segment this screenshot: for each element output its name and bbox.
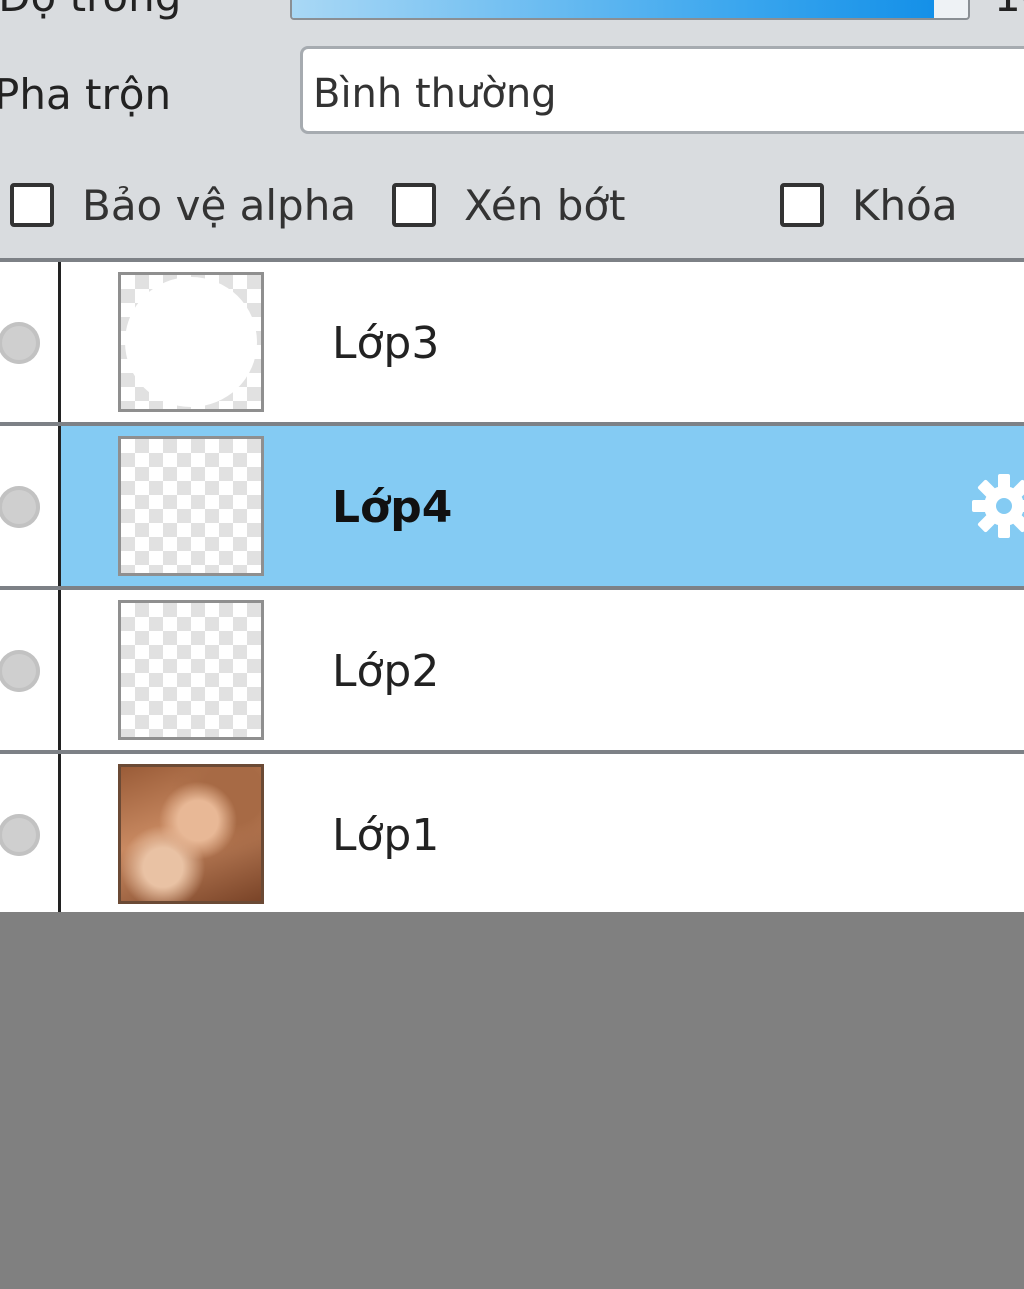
eye-dot-icon[interactable] xyxy=(0,814,40,856)
layer-name: Lớp3 xyxy=(332,318,440,369)
layer-thumbnail xyxy=(118,272,264,412)
lock-checkbox[interactable]: Khóa xyxy=(780,180,958,230)
eye-dot-icon[interactable] xyxy=(0,486,40,528)
opacity-slider[interactable] xyxy=(290,0,970,20)
blend-mode-select[interactable]: Bình thường xyxy=(300,46,1024,134)
layer-thumbnail xyxy=(118,600,264,740)
layer-row-selected[interactable]: Lớp4 xyxy=(0,426,1024,590)
opacity-slider-fill xyxy=(292,0,935,18)
protect-alpha-checkbox[interactable]: Bảo vệ alpha xyxy=(10,180,356,230)
layer-row[interactable]: Lớp3 xyxy=(0,262,1024,426)
layer-row[interactable]: Lớp2 xyxy=(0,590,1024,754)
visibility-column xyxy=(0,426,61,586)
clip-checkbox-box[interactable] xyxy=(392,183,436,227)
opacity-label: Độ trong xyxy=(0,0,181,21)
protect-alpha-label: Bảo vệ alpha xyxy=(82,180,357,230)
layer-name: Lớp2 xyxy=(332,646,440,697)
clip-checkbox[interactable]: Xén bớt xyxy=(392,180,626,230)
eye-dot-icon[interactable] xyxy=(0,322,40,364)
layer-thumbnail xyxy=(118,436,264,576)
lock-checkbox-box[interactable] xyxy=(780,183,824,227)
empty-layer-area xyxy=(0,912,1024,1289)
visibility-column xyxy=(0,262,61,422)
layer-name: Lớp4 xyxy=(332,482,453,533)
clip-label: Xén bớt xyxy=(464,180,626,230)
layer-properties-panel: Độ trong 10 Pha trộn Bình thường Bảo vệ … xyxy=(0,0,1024,260)
white-circle-thumbnail xyxy=(125,277,257,407)
visibility-column xyxy=(0,754,61,914)
protect-alpha-checkbox-box[interactable] xyxy=(10,183,54,227)
layer-list: Lớp3 Lớp4 Lớp2 Lớp1 xyxy=(0,258,1024,918)
blend-mode-label: Pha trộn xyxy=(0,70,172,119)
gear-icon[interactable] xyxy=(968,470,1024,542)
opacity-value: 10 xyxy=(994,0,1024,21)
visibility-column xyxy=(0,590,61,750)
eye-dot-icon[interactable] xyxy=(0,650,40,692)
photo-thumbnail xyxy=(118,764,264,904)
layer-name: Lớp1 xyxy=(332,810,440,861)
blend-mode-value: Bình thường xyxy=(313,71,557,117)
layer-row[interactable]: Lớp1 xyxy=(0,754,1024,918)
lock-label: Khóa xyxy=(852,180,958,230)
